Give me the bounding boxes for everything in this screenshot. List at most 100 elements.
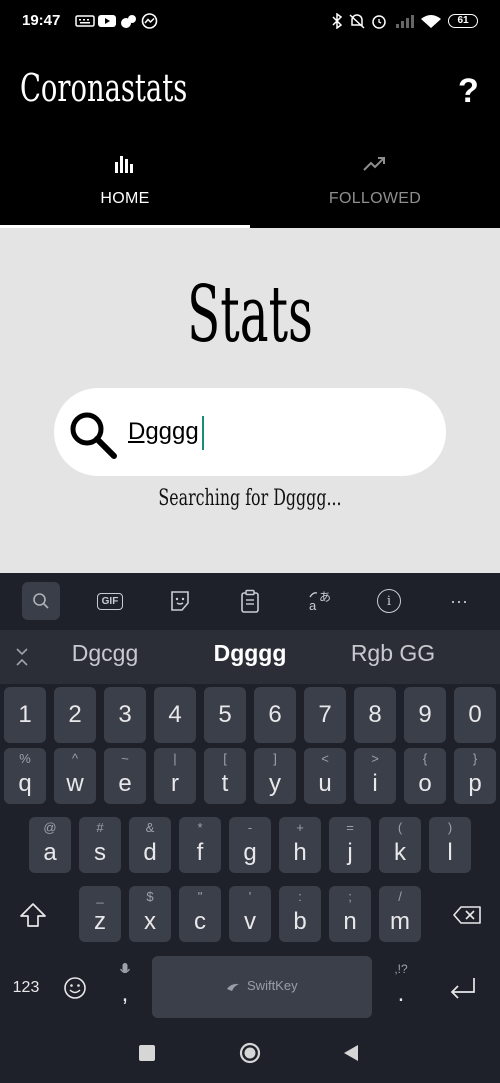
help-button[interactable]: ? [458, 72, 479, 111]
key-4[interactable]: 4 [154, 687, 196, 743]
key-i[interactable]: > i [354, 748, 396, 804]
keyboard-icon [75, 15, 95, 27]
key-v-alt: ' [248, 889, 252, 904]
key-g[interactable]: -g [229, 817, 271, 873]
key-6[interactable]: 6 [254, 687, 296, 743]
key-k-alt: ( [397, 820, 403, 835]
key-b[interactable]: :b [279, 886, 321, 942]
suggestion-left[interactable]: Dgcgg [40, 640, 170, 667]
key-e[interactable]: ~ e [104, 748, 146, 804]
tab-home-label: HOME [100, 190, 150, 207]
backspace-key[interactable] [438, 886, 496, 942]
search-icon [33, 593, 49, 609]
key-5[interactable]: 5 [204, 687, 246, 743]
key-d[interactable]: & d [129, 817, 171, 873]
backspace-icon [453, 906, 481, 924]
key-4-label: 4 [168, 701, 182, 728]
key-x[interactable]: $ x [129, 886, 171, 942]
key-b-label: b [293, 908, 307, 935]
sticker-button[interactable] [161, 582, 199, 620]
key-1-label: 1 [18, 701, 32, 728]
recent-apps-button[interactable] [139, 1045, 155, 1061]
key-n-label: n [343, 908, 357, 935]
suggestion-right[interactable]: Rgb GG [328, 640, 458, 667]
key-7-label: 7 [318, 701, 332, 728]
key-h-label: h [293, 839, 307, 866]
info-button[interactable]: i [370, 582, 408, 620]
comma-key[interactable]: , [104, 958, 146, 1018]
more-button[interactable]: ··· [440, 582, 478, 620]
key-h-alt: + [296, 820, 304, 835]
search-icon [70, 412, 117, 459]
suggestion-middle[interactable]: Dgggg [185, 640, 315, 667]
comma-label: , [121, 980, 129, 1007]
svg-text:a: a [309, 598, 317, 613]
key-w[interactable]: ^ w [54, 748, 96, 804]
key-w-label: w [66, 770, 84, 797]
key-t[interactable]: [t [204, 748, 246, 804]
translate-button[interactable]: a あ [301, 582, 339, 620]
key-0-label: 0 [468, 701, 482, 728]
bluetooth-icon [332, 13, 343, 29]
key-v[interactable]: ' v [229, 886, 271, 942]
emoji-key[interactable] [58, 970, 92, 1006]
tab-home[interactable]: HOME [0, 140, 250, 226]
key-a[interactable]: @ a [29, 817, 71, 873]
key-l[interactable]: ) l [429, 817, 471, 873]
translate-icon: a あ [309, 590, 331, 613]
key-f-label: f [196, 839, 204, 866]
home-button[interactable] [239, 1042, 261, 1064]
key-j[interactable]: = j [329, 817, 371, 873]
key-u[interactable]: < u [304, 748, 346, 804]
numbers-key[interactable]: 123 [4, 968, 48, 1008]
key-m[interactable]: / m [379, 886, 421, 942]
key-k-label: k [394, 839, 406, 866]
key-o-label: o [418, 770, 432, 797]
clipboard-button[interactable] [231, 582, 269, 620]
key-s[interactable]: # s [79, 817, 121, 873]
key-8[interactable]: 8 [354, 687, 396, 743]
key-a-alt: @ [43, 820, 57, 835]
key-o[interactable]: {o [404, 748, 446, 804]
key-s-alt: # [96, 820, 104, 835]
key-o-alt: { [422, 751, 428, 766]
key-y-alt: ] [273, 751, 277, 766]
key-2[interactable]: 2 [54, 687, 96, 743]
mute-icon [349, 14, 365, 29]
search-input-value[interactable]: Dgggg [128, 418, 199, 446]
tab-followed-label: FOLLOWED [328, 190, 422, 207]
key-y[interactable]: ] y [254, 748, 296, 804]
key-u-alt: < [321, 751, 329, 766]
key-p[interactable]: } p [454, 748, 496, 804]
key-6-label: 6 [268, 701, 282, 728]
shift-key[interactable] [4, 886, 62, 942]
key-h[interactable]: + h [279, 817, 321, 873]
bar-chart-icon [115, 156, 133, 173]
key-c[interactable]: " c [179, 886, 221, 942]
keyboard-search-button[interactable] [22, 582, 60, 620]
key-j-label: j [347, 839, 353, 866]
tab-followed[interactable]: FOLLOWED [250, 140, 500, 226]
gif-button[interactable]: GIF [91, 582, 129, 620]
key-9-label: 9 [418, 701, 432, 728]
period-key[interactable]: ,!? . [380, 958, 422, 1018]
key-3[interactable]: 3 [104, 687, 146, 743]
key-2-label: 2 [68, 701, 82, 728]
key-r[interactable]: | r [154, 748, 196, 804]
youtube-icon [98, 15, 116, 27]
back-button[interactable] [342, 1044, 360, 1062]
key-z[interactable]: _ z [79, 886, 121, 942]
key-9[interactable]: 9 [404, 687, 446, 743]
key-k[interactable]: (k [379, 817, 421, 873]
key-a-label: a [43, 839, 57, 866]
key-n[interactable]: ; n [329, 886, 371, 942]
key-7[interactable]: 7 [304, 687, 346, 743]
key-0[interactable]: 0 [454, 687, 496, 743]
key-q[interactable]: % q [4, 748, 46, 804]
key-f[interactable]: * f [179, 817, 221, 873]
key-d-label: d [143, 839, 157, 866]
enter-key[interactable] [440, 970, 488, 1006]
collapse-icon[interactable] [12, 646, 32, 668]
key-1[interactable]: 1 [4, 687, 46, 743]
key-i-alt: > [371, 751, 379, 766]
